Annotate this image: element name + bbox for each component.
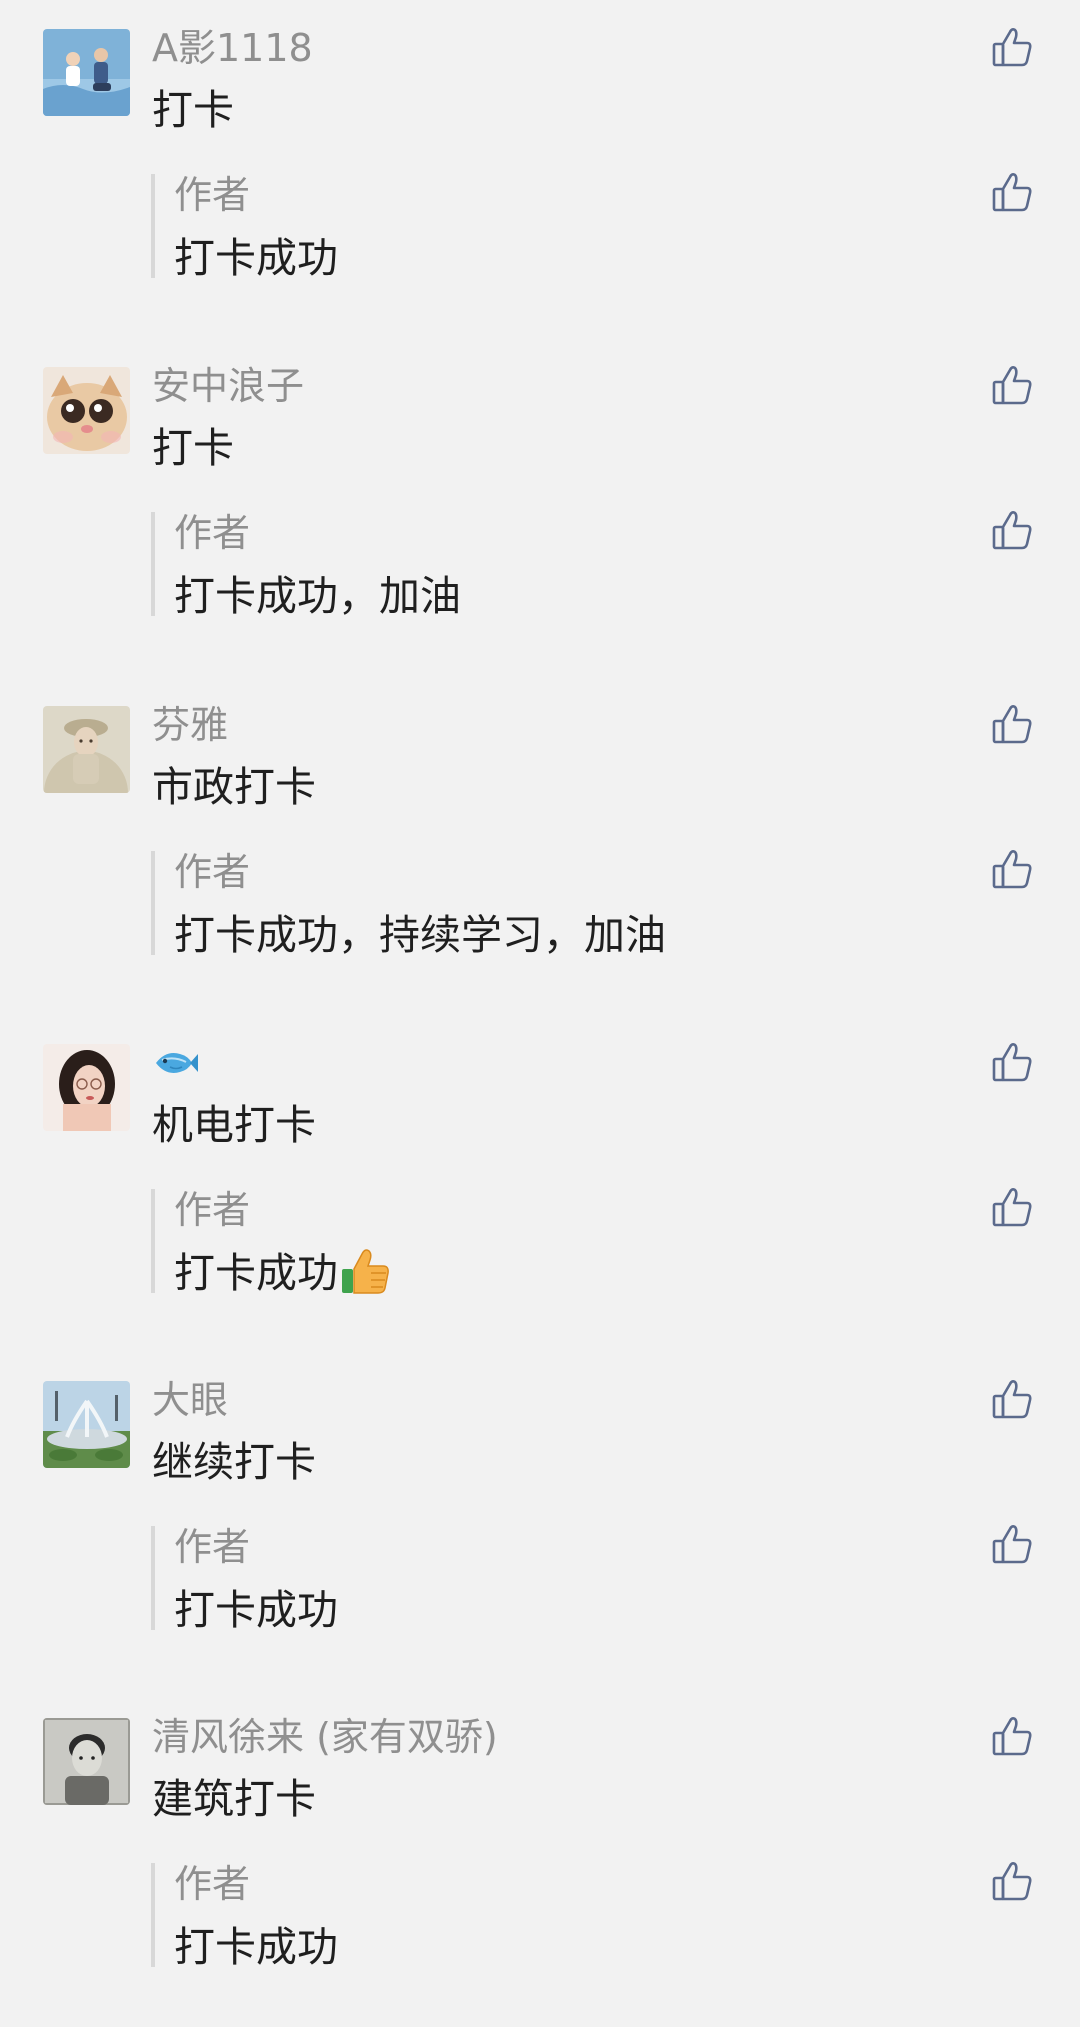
thumbs-up-outline-icon (992, 173, 1032, 212)
avatar-children-pool-icon (43, 29, 130, 116)
reply-divider (151, 1189, 155, 1293)
reply-author: 作者 (174, 850, 251, 894)
reply-author: 作者 (174, 1862, 251, 1906)
fish-emoji-icon (152, 1046, 198, 1080)
reply-divider (151, 851, 155, 955)
reply-author: 作者 (174, 1188, 251, 1232)
reply-text: 打卡成功，加油 (174, 572, 461, 620)
avatar-boy-portrait-icon (43, 1718, 130, 1805)
thumbs-up-outline-icon (992, 1043, 1032, 1082)
comment-list: A影1118 打卡 作者 打卡成功 安中浪子 打卡 作者 打卡成功，加油 芬雅 … (0, 0, 1080, 2027)
author-reply: 作者 打卡成功 (151, 1522, 1051, 1634)
user-avatar[interactable] (43, 367, 130, 454)
like-button[interactable] (990, 1039, 1036, 1085)
reply-like-button[interactable] (990, 846, 1036, 892)
thumbs-up-outline-icon (992, 1380, 1032, 1419)
reply-text: 打卡成功 (174, 1586, 338, 1634)
thumbs-up-outline-icon (992, 1188, 1032, 1227)
reply-like-button[interactable] (990, 1521, 1036, 1567)
user-nickname: A影1118 (152, 26, 313, 70)
thumbs-up-emoji-icon (340, 1245, 392, 1297)
user-avatar[interactable] (43, 706, 130, 793)
comment-item: 清风徐来 (家有双骄) 建筑打卡 作者 打卡成功 (0, 1689, 1080, 2019)
comment-text: 继续打卡 (152, 1438, 316, 1486)
reply-text-line: 打卡成功 (174, 1245, 392, 1301)
comment-text: 建筑打卡 (152, 1775, 316, 1823)
reply-divider (151, 1526, 155, 1630)
thumbs-up-outline-icon (992, 705, 1032, 744)
author-reply: 作者 打卡成功，加油 (151, 508, 1051, 620)
author-reply: 作者 打卡成功 (151, 170, 1051, 282)
reply-like-button[interactable] (990, 507, 1036, 553)
like-button[interactable] (990, 24, 1036, 70)
reply-author: 作者 (174, 1525, 251, 1569)
thumbs-up-outline-icon (992, 1717, 1032, 1756)
user-nickname (152, 1037, 198, 1089)
like-button[interactable] (990, 1376, 1036, 1422)
comment-item: 安中浪子 打卡 作者 打卡成功，加油 (0, 338, 1080, 668)
user-nickname: 清风徐来 (家有双骄) (152, 1715, 498, 1759)
comment-item: 机电打卡 作者 打卡成功 (0, 1015, 1080, 1345)
reply-like-button[interactable] (990, 1184, 1036, 1230)
author-reply: 作者 打卡成功 (151, 1185, 1051, 1297)
like-button[interactable] (990, 701, 1036, 747)
comment-item: A影1118 打卡 作者 打卡成功 (0, 0, 1080, 330)
reply-like-button[interactable] (990, 1858, 1036, 1904)
avatar-fountain-icon (43, 1381, 130, 1468)
reply-text: 打卡成功 (174, 1923, 338, 1971)
reply-author: 作者 (174, 511, 251, 555)
avatar-cat-icon (43, 367, 130, 454)
user-avatar[interactable] (43, 1718, 130, 1805)
user-avatar[interactable] (43, 1044, 130, 1131)
user-nickname: 芬雅 (152, 703, 229, 747)
reply-like-button[interactable] (990, 169, 1036, 215)
reply-author: 作者 (174, 173, 251, 217)
comment-text: 机电打卡 (152, 1101, 316, 1149)
author-reply: 作者 打卡成功，持续学习，加油 (151, 847, 1051, 959)
user-avatar[interactable] (43, 29, 130, 116)
thumbs-up-outline-icon (992, 1525, 1032, 1564)
user-nickname: 大眼 (152, 1378, 229, 1422)
user-nickname: 安中浪子 (152, 364, 305, 408)
thumbs-up-outline-icon (992, 1862, 1032, 1901)
reply-text: 打卡成功，持续学习，加油 (174, 911, 666, 959)
thumbs-up-outline-icon (992, 366, 1032, 405)
thumbs-up-outline-icon (992, 28, 1032, 67)
reply-divider (151, 512, 155, 616)
like-button[interactable] (990, 1713, 1036, 1759)
comment-text: 市政打卡 (152, 763, 316, 811)
avatar-woman-glasses-icon (43, 1044, 130, 1131)
comment-text: 打卡 (152, 86, 234, 134)
reply-divider (151, 174, 155, 278)
reply-text: 打卡成功 (174, 234, 338, 282)
comment-text: 打卡 (152, 424, 234, 472)
user-avatar[interactable] (43, 1381, 130, 1468)
reply-divider (151, 1863, 155, 1967)
thumbs-up-outline-icon (992, 511, 1032, 550)
thumbs-up-outline-icon (992, 850, 1032, 889)
comment-item: 芬雅 市政打卡 作者 打卡成功，持续学习，加油 (0, 677, 1080, 1007)
reply-text: 打卡成功 (174, 1249, 338, 1297)
author-reply: 作者 打卡成功 (151, 1859, 1051, 1971)
avatar-woman-portrait-icon (43, 706, 130, 793)
comment-item: 大眼 继续打卡 作者 打卡成功 (0, 1352, 1080, 1682)
like-button[interactable] (990, 362, 1036, 408)
